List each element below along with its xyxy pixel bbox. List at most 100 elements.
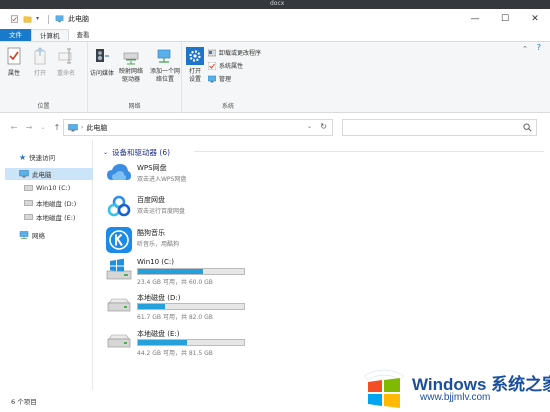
maximize-button[interactable]: ☐: [490, 9, 520, 29]
add-network-location-label: 添加一个网络位置: [150, 68, 181, 83]
breadcrumb-chevron-icon[interactable]: ›: [81, 124, 83, 131]
manage-icon: [208, 75, 216, 82]
ribbon-group-system-label: 系统: [221, 103, 234, 110]
tile-name: 酷狗音乐: [137, 229, 165, 237]
section-title: 设备和驱动器 (6): [112, 148, 171, 157]
map-drive-icon: [123, 52, 139, 65]
chevron-down-icon[interactable]: ▾: [36, 15, 42, 23]
forward-arrow-icon[interactable]: →: [23, 122, 35, 134]
access-media-label: 访问媒体: [90, 70, 115, 77]
access-media-button[interactable]: 访问媒体: [90, 47, 114, 77]
computer-icon: [68, 123, 78, 131]
tile-kugou-music[interactable]: 酷狗音乐 听音乐，用酷狗: [106, 225, 266, 255]
computer-icon: [55, 15, 64, 23]
tile-subtitle: 听音乐，用酷狗: [137, 241, 180, 248]
tab-file[interactable]: 文件: [0, 29, 31, 41]
collapse-ribbon-icon[interactable]: ⌃: [522, 45, 528, 53]
system-properties-label: 系统属性: [219, 63, 244, 70]
watermark-url: www.bjjmlv.com: [420, 392, 491, 403]
recent-locations-icon[interactable]: ⌄: [37, 122, 49, 134]
drive-free-space: 23.4 GB 可用，共 60.0 GB: [137, 279, 213, 286]
network-icon: [19, 231, 29, 239]
tile-wps-cloud[interactable]: WPS网盘 双击进入WPS网盘: [106, 160, 266, 190]
section-divider: [194, 151, 544, 152]
address-dropdown-icon[interactable]: ⌄: [307, 123, 312, 130]
media-icon: [96, 49, 109, 62]
ribbon: 属性 打开 重命名 位置 访问媒体 映射网络驱动器 添加一个网络位置 网络 打开…: [0, 41, 550, 113]
uninstall-programs-label: 卸载或更改程序: [219, 50, 262, 57]
programs-icon: [208, 49, 216, 56]
navigation-pane: ★ 快速访问 此电脑 Win10 (C:) 本地磁盘 (D:) 本地磁盘 (E:…: [0, 140, 93, 390]
open-button[interactable]: 打开: [32, 47, 48, 77]
drive-name: 本地磁盘 (D:): [137, 294, 181, 302]
ribbon-group-network-label: 网络: [128, 103, 141, 110]
nav-item-this-pc[interactable]: 此电脑: [5, 168, 93, 180]
tile-drive-c[interactable]: Win10 (C:) 23.4 GB 可用，共 60.0 GB: [106, 255, 266, 289]
drive-usage-fill: [138, 304, 165, 309]
gear-icon: [186, 47, 204, 65]
uninstall-programs-button[interactable]: 卸载或更改程序: [208, 48, 261, 57]
up-arrow-icon[interactable]: ↑: [51, 122, 63, 134]
nav-item-quick-access[interactable]: ★ 快速访问: [19, 152, 55, 163]
properties-icon: [7, 47, 21, 65]
watermark: Windows 系统之家 www.bjjmlv.com: [360, 362, 550, 412]
properties-button[interactable]: 属性: [6, 47, 22, 77]
nav-item-label: 此电脑: [32, 171, 52, 179]
tile-drive-d[interactable]: 本地磁盘 (D:) 61.7 GB 可用，共 82.0 GB: [106, 290, 266, 324]
tile-subtitle: 双击运行百度网盘: [137, 208, 186, 215]
network-location-icon: [157, 49, 171, 63]
map-network-drive-label: 映射网络驱动器: [118, 68, 143, 83]
drive-usage-bar: [137, 339, 245, 346]
add-network-location-button[interactable]: 添加一个网络位置: [150, 47, 180, 84]
nav-item-label: 网络: [32, 232, 45, 240]
nav-item-label: 本地磁盘 (E:): [36, 214, 76, 222]
windows-drive-icon: [106, 258, 132, 280]
drive-icon: [107, 298, 131, 312]
manage-button[interactable]: 管理: [208, 74, 231, 83]
drive-free-space: 44.2 GB 可用，共 81.5 GB: [137, 350, 213, 357]
open-label: 打开: [33, 70, 46, 77]
map-network-drive-button[interactable]: 映射网络驱动器: [118, 47, 144, 84]
item-count: 6 个项目: [11, 398, 37, 406]
nav-item-drive-e[interactable]: 本地磁盘 (E:): [24, 212, 75, 222]
baidu-netdisk-icon: [107, 195, 131, 217]
ribbon-group-network: 访问媒体 映射网络驱动器 添加一个网络位置 网络: [88, 42, 182, 113]
quick-access-toolbar: ▾: [10, 14, 64, 24]
ribbon-group-location-label: 位置: [37, 103, 50, 110]
drive-usage-fill: [138, 340, 187, 345]
address-bar[interactable]: › 此电脑 ⌄ ↻: [63, 119, 333, 136]
section-devices-and-drives[interactable]: ⌄ 设备和驱动器 (6): [103, 147, 170, 158]
help-icon[interactable]: ?: [537, 43, 541, 52]
rename-icon: [58, 48, 72, 64]
tab-view[interactable]: 查看: [69, 29, 98, 41]
open-settings-button[interactable]: 打开设置: [186, 47, 204, 84]
open-settings-label: 打开设置: [188, 68, 201, 83]
minimize-button[interactable]: —: [460, 9, 490, 29]
window-controls: — ☐ ✕: [460, 9, 550, 29]
new-folder-quick-icon[interactable]: [23, 15, 32, 23]
ribbon-tabs: 文件 计算机 查看: [0, 29, 550, 41]
tile-baidu-netdisk[interactable]: 百度网盘 双击运行百度网盘: [106, 192, 266, 222]
drive-icon: [107, 334, 131, 348]
search-input[interactable]: [342, 119, 537, 136]
tile-drive-e[interactable]: 本地磁盘 (E:) 44.2 GB 可用，共 81.5 GB: [106, 326, 266, 360]
close-button[interactable]: ✕: [520, 9, 550, 29]
breadcrumb-this-pc[interactable]: 此电脑: [86, 123, 107, 133]
nav-item-drive-c[interactable]: Win10 (C:): [24, 184, 70, 192]
system-properties-button[interactable]: 系统属性: [208, 61, 243, 70]
refresh-icon[interactable]: ↻: [320, 122, 327, 131]
nav-item-network[interactable]: 网络: [19, 230, 45, 240]
title-bar: ▾ 此电脑 — ☐ ✕: [0, 9, 550, 29]
drive-name: Win10 (C:): [137, 258, 174, 266]
open-icon: [34, 47, 46, 65]
drive-name: 本地磁盘 (E:): [137, 330, 180, 338]
rename-button[interactable]: 重命名: [57, 47, 75, 77]
computer-icon: [19, 170, 29, 178]
ribbon-group-system: 打开设置 卸载或更改程序 系统属性 管理 系统: [182, 42, 274, 113]
back-arrow-icon[interactable]: ←: [8, 122, 20, 134]
nav-item-drive-d[interactable]: 本地磁盘 (D:): [24, 198, 76, 208]
nav-item-label: 本地磁盘 (D:): [36, 200, 77, 208]
drive-icon: [24, 214, 33, 220]
tab-computer[interactable]: 计算机: [31, 29, 69, 41]
properties-quick-icon[interactable]: [10, 15, 19, 23]
